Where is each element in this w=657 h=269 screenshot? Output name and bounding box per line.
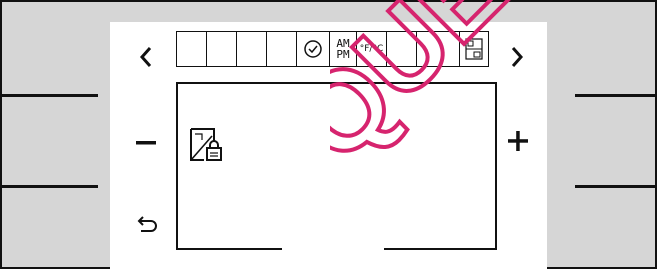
plus-button[interactable] — [503, 126, 533, 156]
status-segment-ampm: AM PM — [329, 31, 357, 67]
next-button[interactable] — [504, 42, 530, 72]
chevron-right-icon — [511, 47, 524, 67]
left-divider-bottom — [2, 185, 98, 188]
status-bar: AM PM °F/°C — [176, 31, 498, 67]
clock-icon — [304, 40, 322, 58]
display-bottom-left — [176, 248, 282, 250]
left-divider-top — [2, 94, 98, 97]
status-segment — [386, 31, 417, 67]
status-segment-unit: °F/°C — [356, 31, 387, 67]
status-segment-lock — [459, 31, 489, 67]
display-bottom-right — [384, 248, 497, 250]
status-segment — [176, 31, 207, 67]
screen-lock-icon — [190, 128, 222, 161]
screen-lock-glyph — [188, 126, 228, 166]
minus-button[interactable] — [131, 128, 161, 158]
pm-label: PM — [336, 48, 350, 61]
ampm-indicator: AM PM — [336, 38, 349, 60]
chevron-left-icon — [139, 47, 152, 67]
back-arrow-icon — [137, 216, 157, 232]
prev-button[interactable] — [133, 42, 159, 72]
status-segment — [236, 31, 267, 67]
minus-icon — [136, 141, 156, 145]
right-divider-top — [575, 94, 657, 97]
status-segment — [266, 31, 297, 67]
status-segment — [416, 31, 460, 67]
status-segment — [206, 31, 237, 67]
back-button[interactable] — [133, 210, 163, 238]
status-segment-clock — [296, 31, 330, 67]
lock-screen-icon — [465, 38, 483, 60]
plus-icon — [508, 131, 528, 151]
temperature-unit: °F/°C — [359, 44, 384, 54]
right-divider-bottom — [575, 185, 657, 188]
